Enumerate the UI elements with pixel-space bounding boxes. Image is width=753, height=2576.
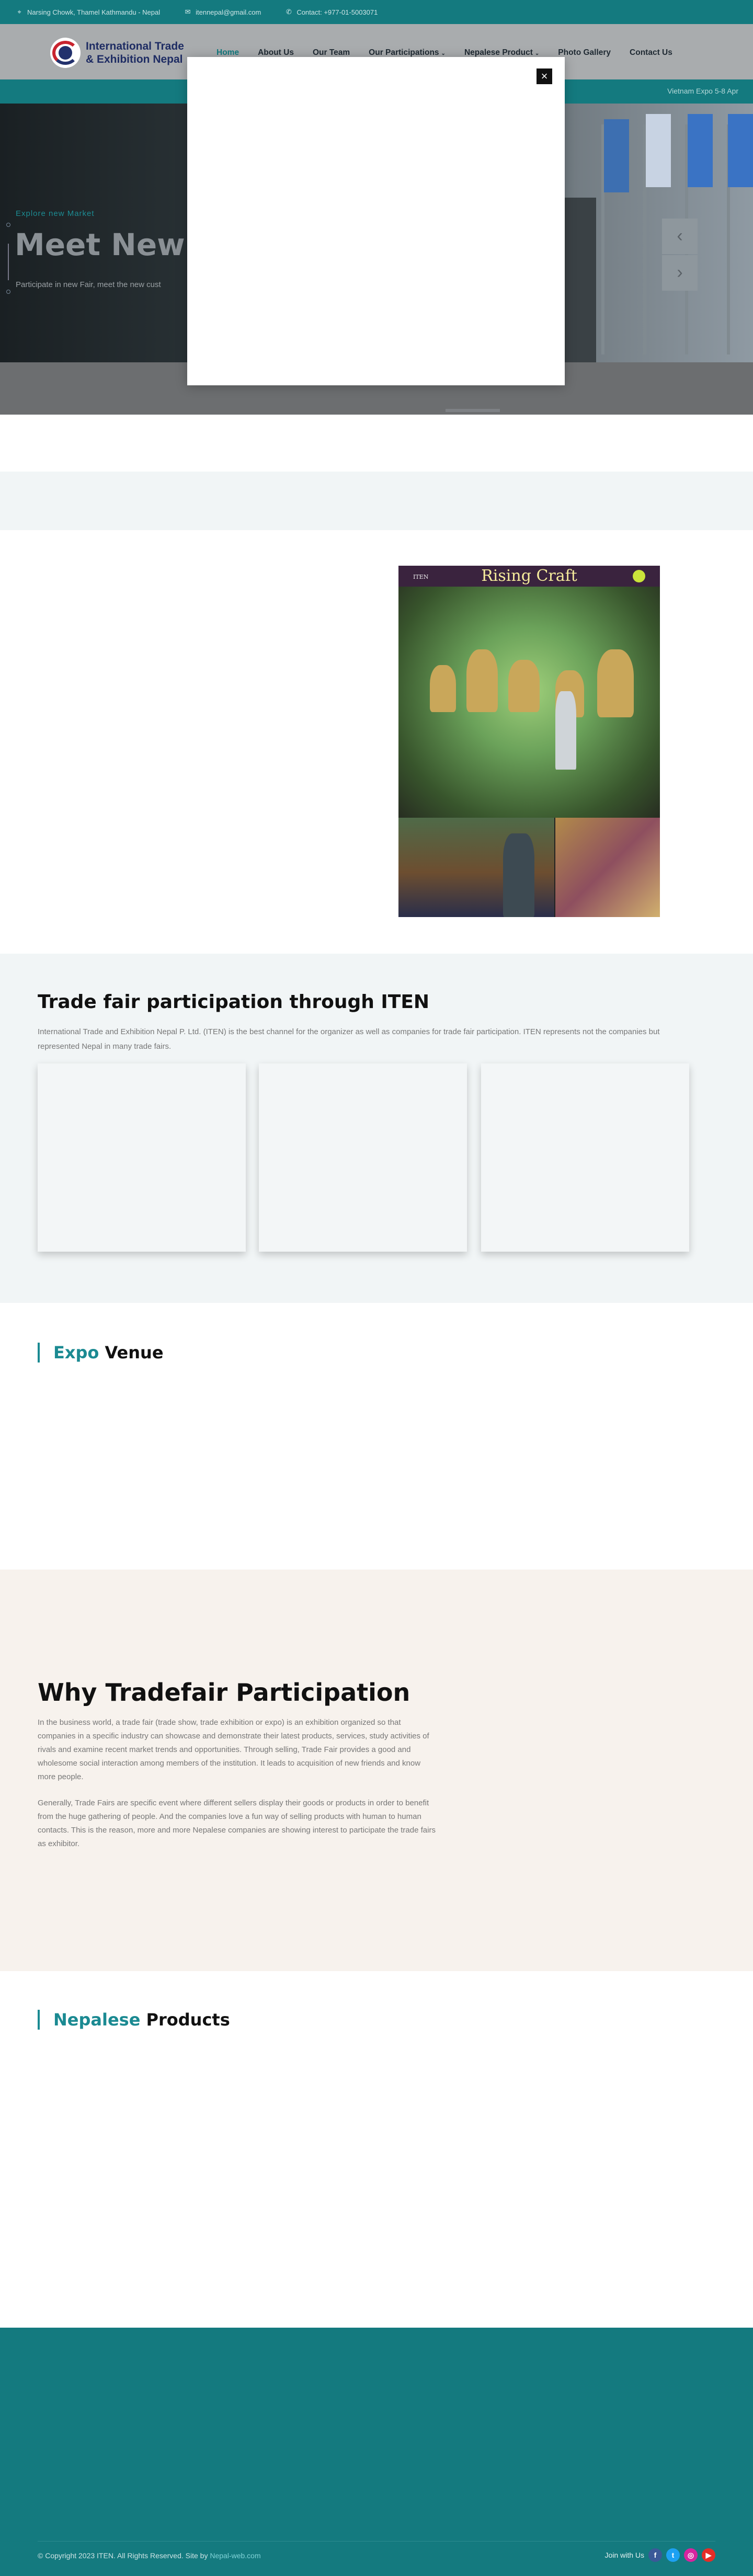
participation-card[interactable] (481, 1063, 689, 1252)
statue-shape (430, 665, 456, 712)
nav-photo-gallery-label: Photo Gallery (558, 48, 611, 57)
hero-eyebrow: Explore new Market (16, 209, 95, 218)
logo-line-2: & Exhibition Nepal (86, 53, 183, 65)
twitter-icon[interactable]: t (666, 2548, 680, 2562)
phone-item[interactable]: ✆ Contact: +977-01-5003071 (285, 8, 378, 16)
nav-nepalese-product[interactable]: Nepalese Product ⌄ (464, 48, 539, 58)
instagram-icon[interactable]: ◎ (684, 2548, 698, 2562)
badge-icon (633, 570, 645, 582)
hero-scroll-indicator (446, 409, 500, 412)
slider-pagination (6, 223, 12, 348)
why-paragraph-1: In the business world, a trade fair (tra… (38, 1718, 429, 1781)
trade-fair-section: Trade fair participation through ITEN In… (0, 954, 753, 1303)
chevron-left-icon: ‹ (677, 226, 683, 246)
products-rest: Products (140, 2010, 230, 2030)
youtube-icon[interactable]: ▶ (702, 2548, 715, 2562)
trade-fair-title: Trade fair participation through ITEN (38, 991, 430, 1013)
phone-text[interactable]: Contact: +977-01-5003071 (296, 8, 378, 16)
join-label: Join with Us (604, 2551, 644, 2559)
why-title: Why Tradefair Participation (38, 1678, 410, 1707)
top-bar: ⌖ Narsing Chowk, Thamel Kathmandu - Nepa… (0, 0, 753, 24)
nav-our-team[interactable]: Our Team (313, 48, 350, 58)
nav-our-participations[interactable]: Our Participations ⌄ (369, 48, 446, 58)
statue-shape (597, 649, 634, 717)
nav-photo-gallery[interactable]: Photo Gallery (558, 48, 611, 58)
expo-venue-heading: Expo Venue (38, 1343, 164, 1363)
about-photo: ITEN Rising Craft (398, 566, 660, 917)
hero-subtitle: Participate in new Fair, meet the new cu… (16, 280, 161, 289)
participation-card[interactable] (38, 1063, 246, 1252)
flag-banner (646, 114, 671, 187)
nav-home-label: Home (216, 48, 239, 57)
slider-dot[interactable] (6, 290, 10, 294)
site-footer: © Copyright 2023 ITEN. All Rights Reserv… (0, 2328, 753, 2576)
flag-banner (604, 119, 629, 192)
copyright: © Copyright 2023 ITEN. All Rights Reserv… (38, 2551, 261, 2560)
nav-our-team-label: Our Team (312, 48, 350, 57)
flag-banner (728, 114, 753, 187)
statue-shape (466, 649, 498, 712)
photo-visitor (398, 818, 555, 917)
nav-contact-us-label: Contact Us (630, 48, 672, 57)
map-pin-icon: ⌖ (17, 8, 21, 16)
main-nav: Home About Us Our Team Our Participation… (216, 48, 691, 58)
address-item: ⌖ Narsing Chowk, Thamel Kathmandu - Nepa… (16, 8, 160, 16)
site-by-link[interactable]: Nepal-web.com (210, 2551, 260, 2560)
expo-venue-rest: Venue (99, 1343, 164, 1363)
facebook-icon[interactable]: f (648, 2548, 662, 2562)
why-participation-section: Why Tradefair Participation In the busin… (0, 1570, 753, 1971)
photo-tag: ITEN (413, 574, 429, 580)
statue-shape (508, 660, 540, 712)
trade-fair-description: International Trade and Exhibition Nepal… (38, 1027, 660, 1051)
close-icon: × (541, 70, 548, 83)
chevron-down-icon: ⌄ (534, 51, 540, 56)
person-shape (503, 833, 534, 917)
nav-contact-us[interactable]: Contact Us (630, 48, 672, 58)
address-text: Narsing Chowk, Thamel Kathmandu - Nepal (27, 8, 161, 16)
nav-home[interactable]: Home (216, 48, 239, 58)
person-shape (555, 691, 576, 770)
nav-about-us[interactable]: About Us (258, 48, 294, 58)
nav-about-us-label: About Us (258, 48, 294, 57)
social-links: Join with Us f t ◎ ▶ (605, 2548, 715, 2562)
email-link[interactable]: itennepal@gmail.com (196, 8, 261, 16)
photo-banner: ITEN Rising Craft (398, 566, 660, 587)
expo-venue-accent: Expo (53, 1343, 99, 1363)
section-divider-strip (0, 472, 753, 530)
modal-close-button[interactable]: × (537, 68, 552, 84)
popup-modal: × (187, 57, 565, 385)
news-ticker[interactable]: Vietnam Expo 5-8 Apr (667, 87, 738, 95)
nepalese-products-heading: Nepalese Products (38, 2010, 230, 2030)
nav-our-participations-label: Our Participations (369, 48, 439, 57)
phone-icon: ✆ (286, 8, 292, 16)
envelope-icon: ✉ (185, 8, 191, 16)
slider-dot[interactable] (6, 223, 10, 227)
email-item[interactable]: ✉ itennepal@gmail.com (184, 8, 261, 16)
slider-next-button[interactable]: › (662, 255, 698, 291)
slider-progress-line (8, 244, 9, 280)
products-accent: Nepalese (53, 2010, 141, 2030)
nav-nepalese-product-label: Nepalese Product (464, 48, 533, 57)
photo-banner-text: Rising Craft (481, 567, 577, 585)
flag-banner (688, 114, 713, 187)
chevron-down-icon: ⌄ (441, 51, 446, 56)
why-paragraph-2: Generally, Trade Fairs are specific even… (38, 1799, 436, 1848)
photo-stall-display (398, 587, 660, 818)
logo-line-1: International Trade (86, 40, 184, 52)
slider-prev-button[interactable]: ‹ (662, 219, 698, 254)
participation-card[interactable] (259, 1063, 467, 1252)
logo-text: International Trade & Exhibition Nepal (86, 40, 184, 66)
logo-emblem-icon (50, 38, 81, 68)
site-logo[interactable]: International Trade & Exhibition Nepal (50, 38, 184, 68)
copyright-text: © Copyright 2023 ITEN. All Rights Reserv… (38, 2551, 210, 2560)
chevron-right-icon: › (677, 262, 683, 282)
photo-thangka (555, 818, 660, 917)
hero-title: Meet New (15, 227, 185, 262)
